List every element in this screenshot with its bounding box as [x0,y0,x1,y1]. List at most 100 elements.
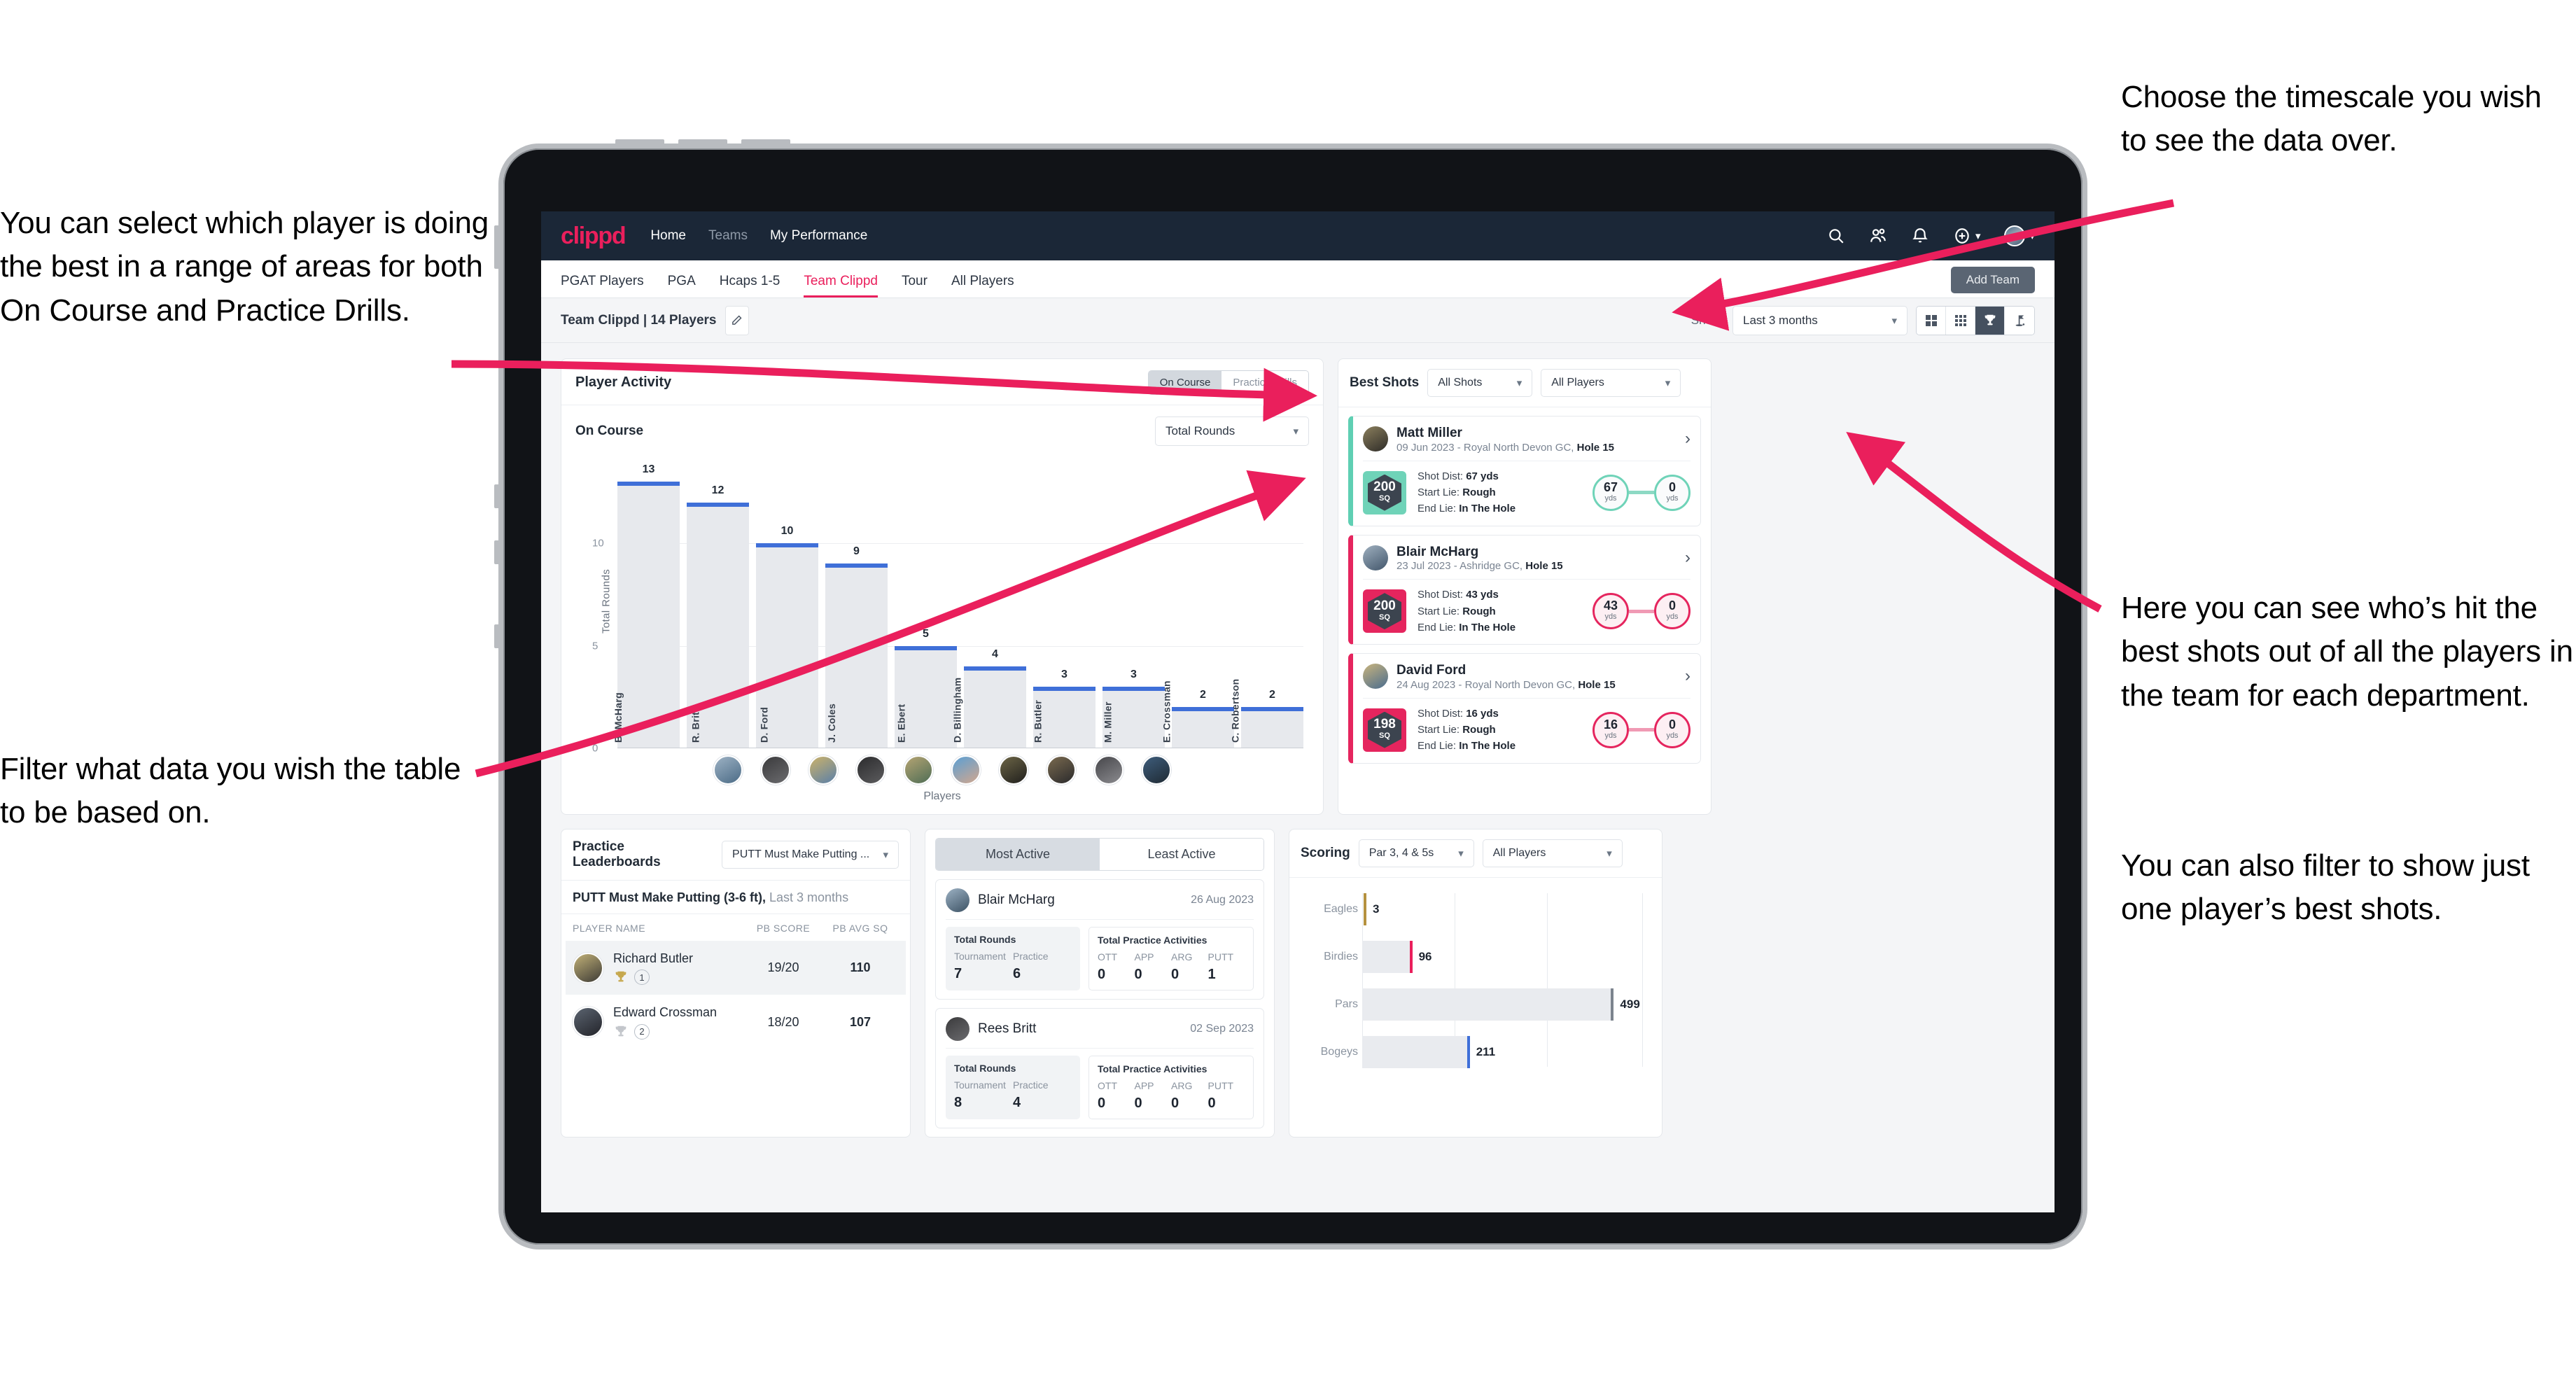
scoring-par-filter[interactable]: Par 3, 4 & 5s ▾ [1358,839,1474,867]
drill-select[interactable]: PUTT Must Make Putting ... ▾ [722,841,899,869]
chart-player-avatar[interactable] [1046,755,1076,785]
chart-player-avatar[interactable] [1094,755,1124,785]
shot-quality-unit: SQ [1379,494,1390,503]
chart-bar-group[interactable]: 2 C. Robertson [1229,461,1303,748]
view-toggle-grid-2x2[interactable] [1917,306,1946,335]
chart-bar-group[interactable]: 9 J. Coles [825,461,888,748]
best-shot-card[interactable]: David Ford 24 Aug 2023 - Royal North Devo… [1348,653,1701,764]
chevron-right-icon[interactable]: › [1685,430,1690,447]
view-toggle-group [1916,305,2035,335]
hexagon-icon: 200 SQ [1368,593,1401,630]
clippd-logo[interactable]: clippd [561,223,626,250]
golf-flag-icon [2015,315,2025,326]
end-lie-value: In The Hole [1459,740,1516,752]
tab-pga[interactable]: PGA [668,274,696,298]
scoring-row[interactable]: Birdies 96 [1324,941,1649,973]
chart-player-avatar[interactable] [761,755,790,785]
scoring-row[interactable]: Eagles 3 [1324,893,1649,925]
drill-name: PUTT Must Make Putting (3-6 ft), [573,890,766,904]
metric-select[interactable]: Total Rounds ▾ [1155,416,1309,446]
scoring-row[interactable]: Bogeys 211 [1321,1036,1649,1068]
total-practice-cols: OTT 0 APP 0 ARG 0 PUTT 0 [1098,1080,1245,1112]
chart-player-avatar[interactable] [856,755,886,785]
table-row[interactable]: Edward Crossman 2 18/20 107 [566,995,906,1049]
stat-column: PUTT 0 [1208,1080,1245,1112]
chart-player-avatar[interactable] [999,755,1028,785]
tab-hcaps-1-5[interactable]: Hcaps 1-5 [720,274,780,298]
chevron-right-icon[interactable]: › [1685,549,1690,566]
best-shots-player-filter[interactable]: All Players ▾ [1541,369,1681,397]
search-icon[interactable] [1827,227,1845,245]
bell-icon[interactable] [1911,227,1929,245]
best-shots-shot-filter[interactable]: All Shots ▾ [1427,369,1533,397]
player-rank: 1 [613,969,693,986]
nav-link-home[interactable]: Home [650,228,686,244]
view-toggle-golf-flag[interactable] [2005,306,2034,335]
segment-on-course[interactable]: On Course [1148,371,1222,394]
chart-bar[interactable] [617,482,680,748]
segment-practice-drills[interactable]: Practice Drills [1222,371,1308,394]
timescale-select[interactable]: Last 3 months ▾ [1732,305,1907,335]
chart-bar-group[interactable]: 3 R. Butler [1032,461,1096,748]
start-lie-value: Rough [1462,724,1496,736]
tab-all-players[interactable]: All Players [951,274,1014,298]
best-shots-card: Best Shots All Shots ▾ All Players ▾ Mat… [1338,358,1712,815]
scoring-row[interactable]: Pars 499 [1335,988,1649,1021]
best-shot-card[interactable]: Blair McHarg 23 Jul 2023 - Ashridge GC, H… [1348,534,1701,645]
chart-bar-group[interactable]: 12 R. Britt [687,461,749,748]
tab-most-active[interactable]: Most Active [936,839,1100,870]
best-shot-card[interactable]: Matt Miller 09 Jun 2023 - Royal North Dev… [1348,416,1701,526]
tablet-button-top-2 [678,139,727,145]
best-shot-hole: Hole 15 [1576,441,1614,454]
activity-tabs: Most Active Least Active [935,838,1264,871]
chevron-right-icon[interactable]: › [1685,668,1690,685]
nav-link-my-performance[interactable]: My Performance [770,228,867,244]
table-row[interactable]: Richard Butler 1 19/20 110 [566,941,906,995]
activity-date: 02 Sep 2023 [1190,1023,1254,1035]
chart-bar-value: 10 [780,525,794,538]
avatar[interactable]: ▾ [2004,225,2035,246]
avatar-image [2004,225,2026,246]
avatar [573,1007,603,1038]
chart-player-avatar[interactable] [904,755,933,785]
tab-team-clippd[interactable]: Team Clippd [804,274,878,298]
player-activity-card: Player Activity On Course Practice Drill… [561,358,1324,815]
chart-bar-value: 5 [923,627,929,640]
view-toggle-trophy[interactable] [1975,306,2005,335]
chart-player-avatar[interactable] [1142,755,1171,785]
list-item[interactable]: Blair McHarg 26 Aug 2023 Total Rounds Tourn… [935,879,1264,1000]
shot-quality-unit: SQ [1379,732,1390,741]
plus-circle-icon[interactable]: ▾ [1953,227,1980,245]
view-toggle-grid-3x3[interactable] [1946,306,1975,335]
scoring-category: Bogeys [1320,1046,1358,1058]
chart-bar[interactable] [964,666,1026,748]
shot-quality-tile: 200 SQ [1363,470,1406,514]
tab-least-active[interactable]: Least Active [1100,839,1264,870]
scoring-player-filter[interactable]: All Players ▾ [1482,839,1623,867]
chart-bar[interactable] [1172,707,1234,748]
chart-bar-group[interactable]: 4 D. Billingham [951,461,1026,748]
best-shots-list: Matt Miller 09 Jun 2023 - Royal North Dev… [1338,407,1711,772]
chart-player-avatar[interactable] [808,755,838,785]
tablet-button-top-1 [615,139,664,145]
list-item[interactable]: Rees Britt 02 Sep 2023 Total Rounds Tournam… [935,1008,1264,1128]
chart-bar-group[interactable]: 3 M. Miller [1102,461,1165,748]
nav-link-teams[interactable]: Teams [708,228,748,244]
shot-quality-value: 200 [1373,598,1396,613]
chart-player-avatar[interactable] [713,755,743,785]
chart-bar-group[interactable]: 10 D. Ford [756,461,818,748]
tab-pgat-players[interactable]: PGAT Players [561,274,644,298]
chart-bar-group[interactable]: 2 E. Crossman [1161,461,1234,748]
chart-bar-value: 9 [853,545,860,558]
stat-key: Practice [1013,951,1049,962]
activity-list: Blair McHarg 26 Aug 2023 Total Rounds Tourn… [925,871,1274,1137]
chart-bar[interactable] [1241,707,1303,748]
chart-bar-value: 2 [1200,689,1206,701]
chart-player-avatar[interactable] [951,755,981,785]
edit-team-button[interactable] [724,305,749,335]
add-team-button[interactable]: Add Team [1950,267,2035,293]
chart-bar-group[interactable]: 5 E. Ebert [895,461,957,748]
people-icon[interactable] [1869,227,1887,245]
chart-bar-group[interactable]: 13 B. McHarg [612,461,680,748]
tab-tour[interactable]: Tour [902,274,927,298]
